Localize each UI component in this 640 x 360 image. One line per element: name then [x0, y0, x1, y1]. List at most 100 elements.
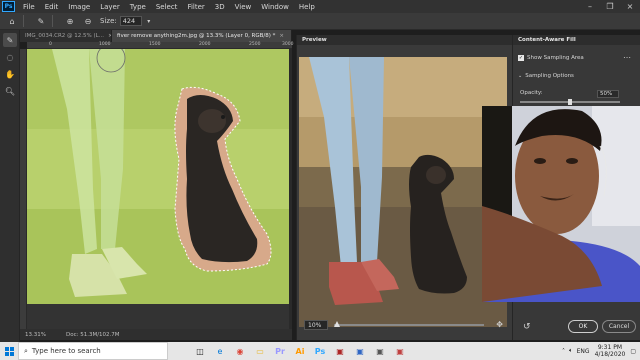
webcam-overlay [482, 106, 640, 302]
preview-photo [299, 57, 507, 327]
taskbar-search-input[interactable]: ⌕ Type here to search [18, 342, 168, 360]
opacity-input[interactable]: 50% [597, 90, 619, 98]
menu-3d[interactable]: 3D [210, 3, 230, 11]
close-icon[interactable]: × [620, 0, 640, 13]
reset-icon[interactable]: ↺ [523, 322, 531, 332]
sampling-options-header[interactable]: ⌄ Sampling Options [518, 73, 574, 79]
show-sampling-area-row[interactable]: ✓ Show Sampling Area [518, 55, 584, 61]
preview-title: Preview [297, 35, 513, 45]
ruler-tick-label: 2000 [199, 42, 211, 47]
zoom-level[interactable]: 13.31% [25, 332, 46, 338]
vertical-scrollbar[interactable] [289, 49, 292, 329]
tab-label: IMG_0034.CR2 @ 12.5% (L... [25, 33, 104, 39]
menu-type[interactable]: Type [125, 3, 151, 11]
ok-button[interactable]: OK [568, 320, 598, 333]
tools-panel: ✎ ◌ ✋ 🔍︎ [0, 30, 20, 342]
chevron-up-icon[interactable]: ˄ [562, 348, 565, 355]
menu-file[interactable]: File [18, 3, 40, 11]
webcam-video [482, 106, 640, 302]
sampling-brush-icon[interactable]: ✎ [3, 33, 17, 47]
show-sampling-area-checkbox[interactable]: ✓ [518, 55, 524, 61]
ruler-tick-label: 3000 [282, 42, 294, 47]
photoshop-window: Ps File Edit Image Layer Type Select Fil… [0, 0, 640, 360]
menu-edit[interactable]: Edit [40, 3, 64, 11]
cancel-button[interactable]: Cancel [602, 320, 636, 333]
time: 9:31 PM [597, 344, 623, 351]
language-indicator[interactable]: ENG [577, 348, 590, 355]
size-label: Size: [100, 17, 117, 25]
menu-help[interactable]: Help [294, 3, 320, 11]
home-icon[interactable]: ⌂ [6, 15, 18, 27]
ruler-tick-label: 1500 [149, 42, 161, 47]
illustrator-icon[interactable]: Ai [290, 342, 310, 360]
sampling-overlay-options-icon[interactable]: ⋯ [623, 53, 631, 62]
canvas-image [27, 49, 289, 304]
app-icon[interactable]: ▣ [390, 342, 410, 360]
lasso-icon[interactable]: ◌ [3, 50, 17, 64]
chevron-down-icon: ⌄ [518, 73, 523, 79]
app-icon[interactable]: ▣ [330, 342, 350, 360]
slider-thumb-icon[interactable] [568, 99, 572, 105]
tab-label: fiver remove anything2m.jpg @ 13.3% (Lay… [117, 33, 276, 39]
minimize-icon[interactable]: – [580, 0, 600, 13]
show-sampling-area-label: Show Sampling Area [527, 55, 584, 61]
file-explorer-icon[interactable]: ▭ [250, 342, 270, 360]
status-bar: 13.31% Doc: 51.3M/102.7M [20, 329, 292, 340]
close-icon[interactable]: × [279, 33, 284, 39]
slider-thumb-icon[interactable] [334, 321, 340, 327]
premiere-icon[interactable]: Pr [270, 342, 290, 360]
ruler-tick-label: 2500 [249, 42, 261, 47]
opacity-slider[interactable] [520, 99, 620, 105]
menu-window[interactable]: Window [256, 3, 294, 11]
tab-img-0034[interactable]: IMG_0034.CR2 @ 12.5% (L... × [20, 30, 112, 42]
options-bar: ⌂ ✎ ⊕ ⊖ Size: 424 ▾ [0, 13, 640, 30]
ruler-tick-label: 1000 [99, 42, 111, 47]
opacity-row: Opacity: [520, 90, 543, 96]
brush-size-input[interactable]: 424 [119, 16, 142, 26]
app-icon[interactable]: ▣ [370, 342, 390, 360]
opacity-label: Opacity: [520, 90, 543, 96]
clock[interactable]: 9:31 PM 4/18/2020 [595, 344, 626, 358]
maximize-icon[interactable]: ❐ [600, 0, 620, 13]
tab-fiver-remove-anything[interactable]: fiver remove anything2m.jpg @ 13.3% (Lay… [112, 30, 292, 42]
chevron-down-icon[interactable]: ▾ [143, 15, 155, 27]
volume-icon[interactable]: 🔈︎ [569, 347, 573, 355]
windows-taskbar: ⌕ Type here to search ◫ e ◉ ▭ Pr Ai Ps ▣… [0, 342, 640, 360]
search-icon: ⌕ [24, 346, 28, 355]
menu-filter[interactable]: Filter [182, 3, 209, 11]
edge-icon[interactable]: e [210, 342, 230, 360]
separator [23, 15, 24, 27]
panel-title: Content-Aware Fill [513, 35, 640, 45]
chrome-icon[interactable]: ◉ [230, 342, 250, 360]
preview-panel: Preview 10% ✥ [296, 35, 513, 340]
hand-tool-icon[interactable]: ✥ [496, 320, 503, 329]
preview-image [299, 57, 507, 327]
system-tray: ˄ 🔈︎ ENG 9:31 PM 4/18/2020 ▢ [562, 342, 636, 360]
preview-zoom-slider[interactable] [334, 321, 484, 327]
document-canvas[interactable] [27, 49, 289, 304]
menu-image[interactable]: Image [63, 3, 95, 11]
sampling-options-label: Sampling Options [525, 73, 574, 79]
lasso-tool-preset-icon[interactable]: ✎ [35, 15, 47, 27]
task-view-icon[interactable]: ◫ [190, 342, 210, 360]
notification-icon[interactable]: ▢ [630, 348, 636, 355]
photoshop-logo-icon: Ps [2, 1, 15, 12]
windows-start-icon[interactable] [0, 342, 18, 360]
date: 4/18/2020 [594, 351, 626, 358]
app-icon[interactable]: ▣ [350, 342, 370, 360]
separator [52, 15, 53, 27]
menu-bar: Ps File Edit Image Layer Type Select Fil… [0, 0, 640, 13]
menu-select[interactable]: Select [151, 3, 183, 11]
preview-zoom-row: 10% ✥ [297, 315, 513, 335]
menu-view[interactable]: View [230, 3, 257, 11]
add-brush-icon[interactable]: ⊕ [64, 15, 76, 27]
vertical-ruler [20, 49, 27, 329]
preview-zoom-input[interactable]: 10% [304, 320, 328, 330]
search-placeholder: Type here to search [31, 347, 101, 355]
hand-icon[interactable]: ✋ [3, 67, 17, 81]
horizontal-ruler: 0 1000 1500 2000 2500 3000 [27, 42, 294, 49]
subtract-brush-icon[interactable]: ⊖ [82, 15, 94, 27]
zoom-icon[interactable]: 🔍︎ [3, 84, 17, 98]
menu-layer[interactable]: Layer [95, 3, 125, 11]
photoshop-taskbar-icon[interactable]: Ps [310, 342, 330, 360]
